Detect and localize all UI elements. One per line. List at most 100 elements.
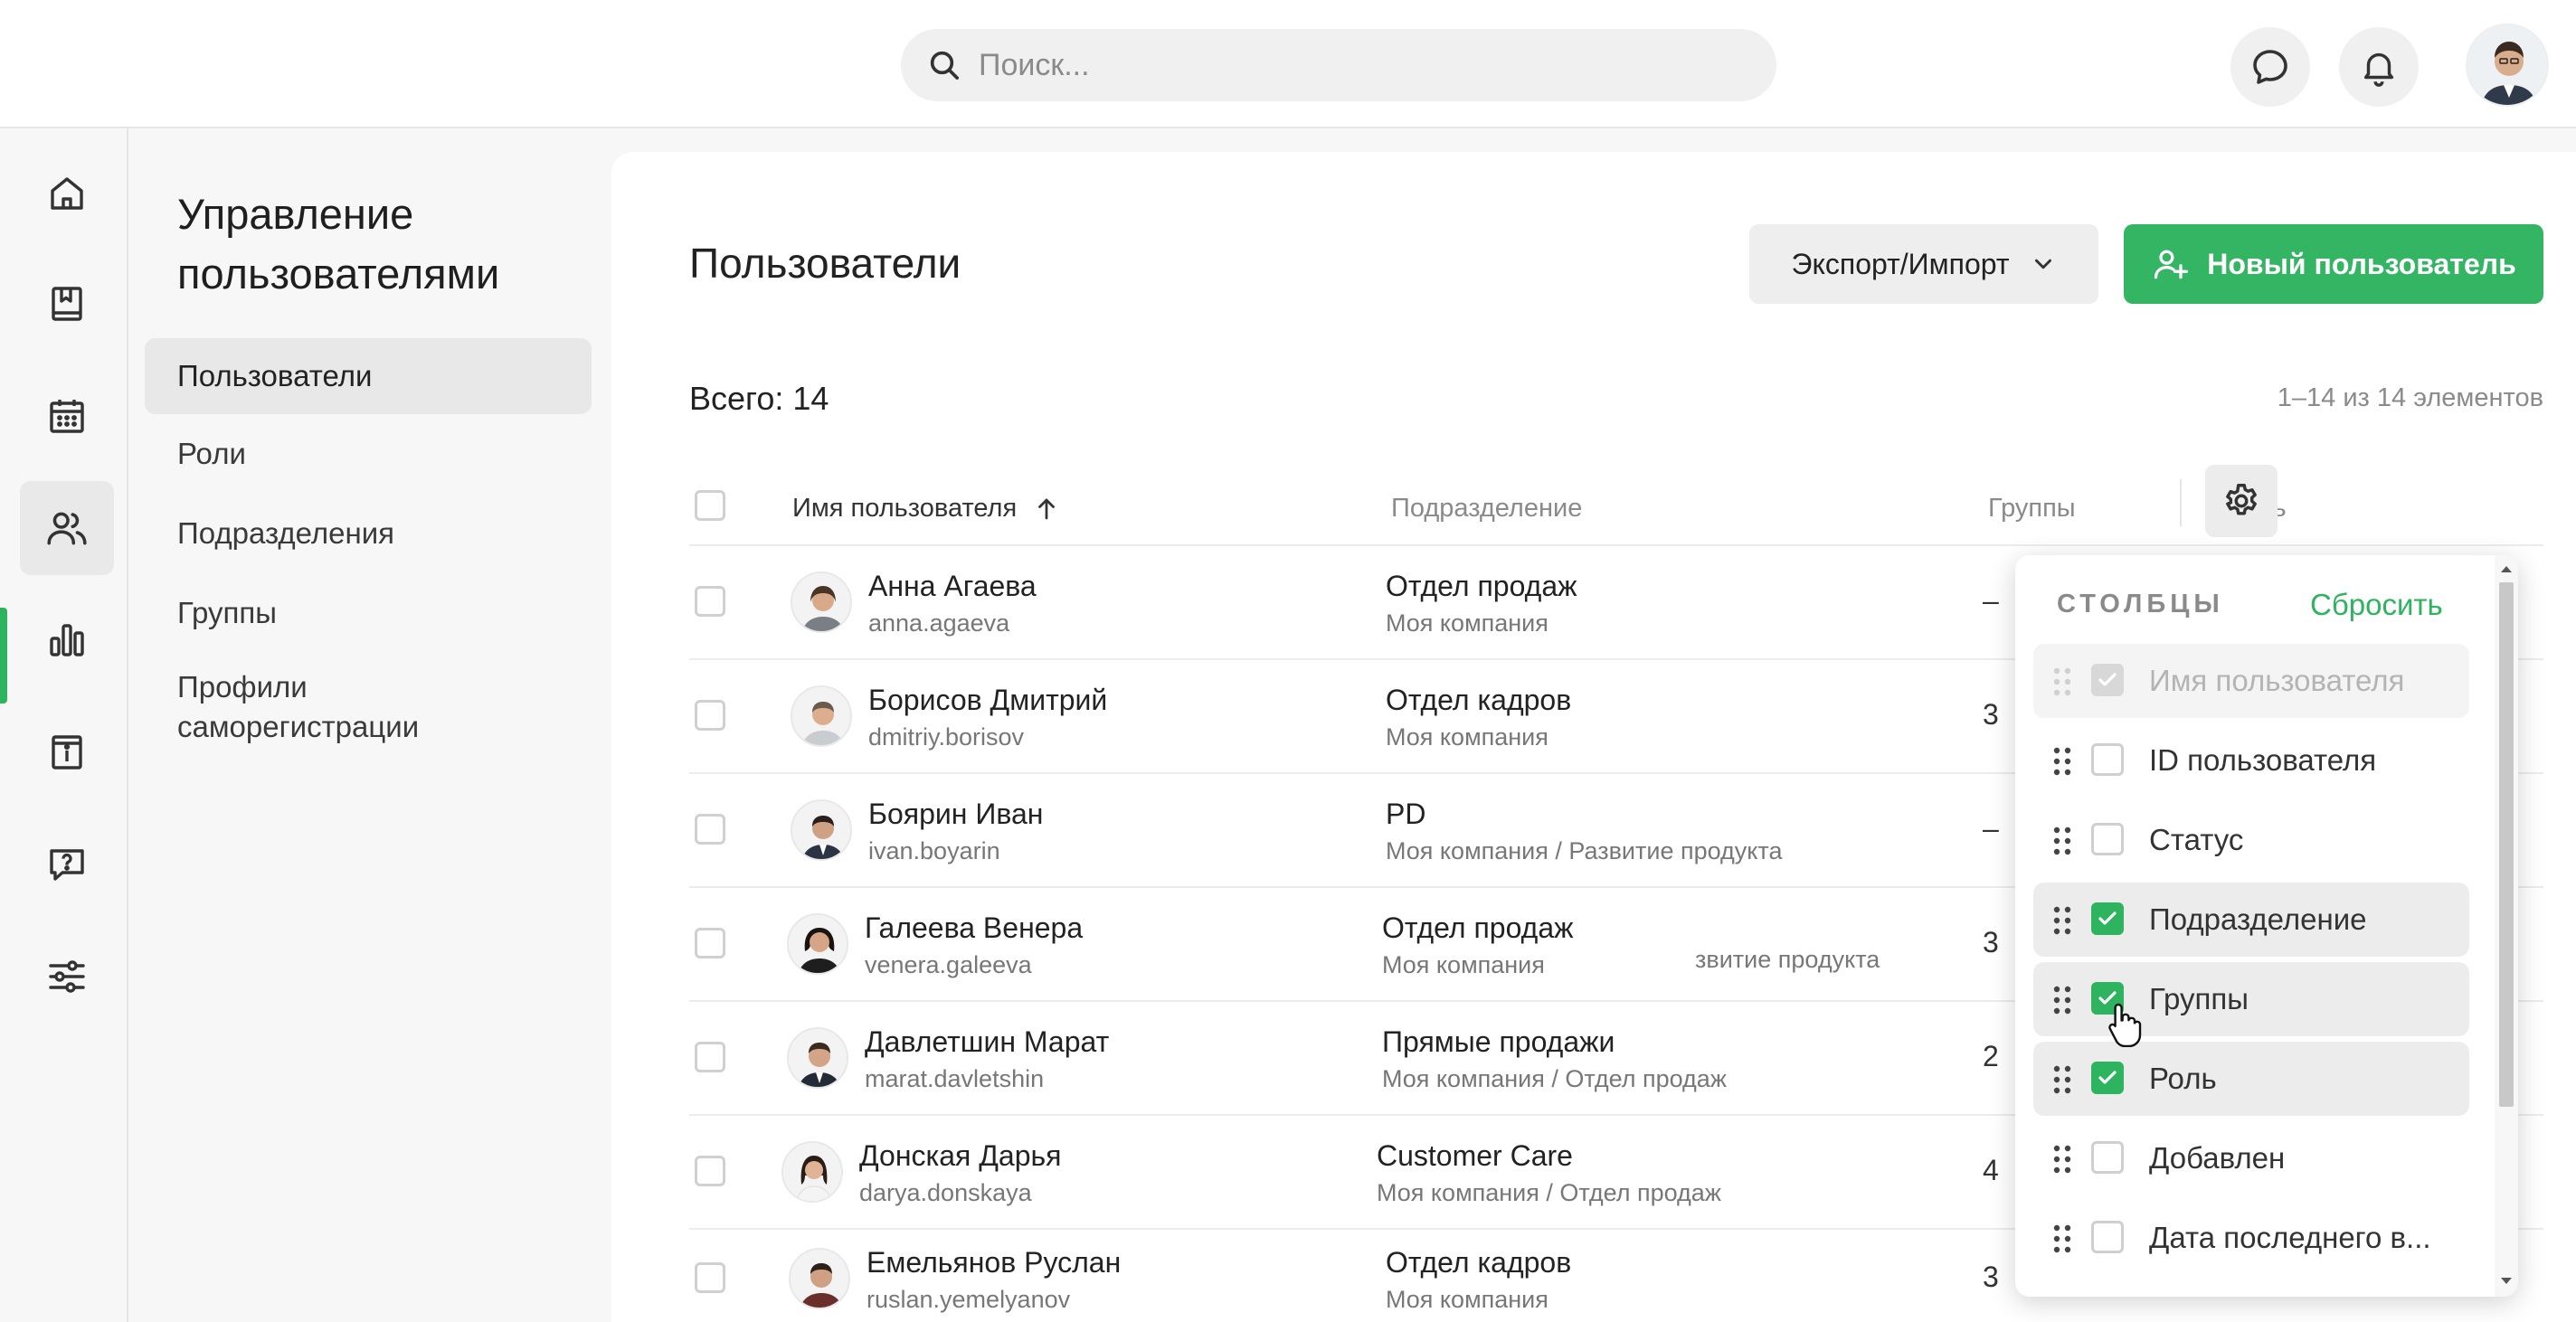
drag-handle-icon[interactable] [2050, 823, 2075, 859]
columns-popup-title: СТОЛБЦЫ [2057, 590, 2224, 619]
column-checkbox[interactable] [2091, 1221, 2124, 1253]
chat-button[interactable] [2230, 27, 2310, 107]
avatar-photo [2467, 25, 2547, 105]
column-settings-button[interactable] [2205, 465, 2278, 537]
sliders-icon [49, 960, 85, 993]
gear-icon [2226, 484, 2257, 515]
drag-handle-icon[interactable] [2050, 1062, 2075, 1098]
new-user-label: Новый пользователь [2207, 247, 2516, 280]
row-checkbox[interactable] [695, 700, 725, 731]
column-header-groups[interactable]: Группы [1988, 494, 2076, 524]
avatar [791, 571, 852, 633]
search-box[interactable] [901, 29, 1776, 101]
column-option-last-login[interactable]: Дата последнего в... [2033, 1201, 2469, 1275]
nav-calendar[interactable] [20, 369, 114, 463]
column-option-added[interactable]: Добавлен [2033, 1121, 2469, 1195]
column-checkbox[interactable] [2091, 1141, 2124, 1174]
row-checkbox[interactable] [695, 1156, 725, 1186]
active-indicator [0, 608, 7, 703]
subnav-item-label: саморегистрации [177, 710, 420, 743]
notifications-button[interactable] [2339, 27, 2419, 107]
section-title-line2: пользователями [177, 250, 500, 297]
column-checkbox[interactable] [2091, 823, 2124, 855]
avatar [787, 1027, 848, 1089]
user-login: ivan.boyarin [868, 837, 1000, 864]
reset-columns-link[interactable]: Сбросить [2310, 588, 2443, 622]
help-icon [50, 849, 84, 881]
column-option-user-id[interactable]: ID пользователя [2033, 723, 2469, 798]
user-name[interactable]: Галеева Венера [865, 911, 1083, 945]
drag-handle-icon[interactable] [2050, 1221, 2075, 1257]
user-name[interactable]: Емельянов Руслан [867, 1246, 1121, 1280]
drag-handle-icon[interactable] [2050, 982, 2075, 1018]
user-groups: 4 [1983, 1154, 1999, 1186]
scroll-up-arrow-icon[interactable] [2497, 562, 2515, 575]
column-option-label: Подразделение [2149, 902, 2367, 936]
subnav-item-groups[interactable]: Группы [145, 575, 592, 651]
nav-settings[interactable] [20, 930, 114, 1024]
subnav-item-users[interactable]: Пользователи [145, 338, 592, 414]
nav-info[interactable] [20, 705, 114, 799]
user-name[interactable]: Борисов Дмитрий [868, 684, 1107, 717]
subnav-item-label: Группы [177, 596, 277, 629]
row-checkbox[interactable] [695, 586, 725, 617]
drag-handle-icon[interactable] [2050, 743, 2075, 779]
user-department: Отдел продаж [1386, 570, 1577, 602]
avatar [789, 1248, 850, 1309]
nav-users[interactable] [20, 481, 114, 575]
section-title: Управление пользователями [177, 184, 593, 304]
user-groups: 3 [1983, 926, 1999, 958]
nav-home[interactable] [20, 146, 114, 241]
pagination-range: 1–14 из 14 элементов [2277, 383, 2543, 412]
user-avatar[interactable] [2466, 24, 2549, 107]
search-input[interactable] [979, 29, 1757, 101]
drag-handle-icon[interactable] [2050, 1141, 2075, 1177]
row-checkbox[interactable] [695, 928, 725, 958]
drag-handle-icon[interactable] [2050, 902, 2075, 939]
user-login: marat.davletshin [865, 1065, 1045, 1092]
row-checkbox[interactable] [695, 1262, 725, 1293]
new-user-button[interactable]: Новый пользователь [2124, 224, 2543, 304]
column-option-label: Имя пользователя [2149, 664, 2405, 697]
nav-analytics[interactable] [20, 593, 114, 687]
column-option-role[interactable]: Роль [2033, 1042, 2469, 1116]
row-checkbox[interactable] [695, 1042, 725, 1072]
subnav-item-departments[interactable]: Подразделения [145, 496, 592, 571]
column-checkbox[interactable] [2091, 1062, 2124, 1094]
user-groups: 3 [1983, 1261, 1999, 1293]
subnav-item-label: Роли [177, 437, 246, 470]
row-checkbox[interactable] [695, 814, 725, 845]
user-groups: – [1983, 812, 1999, 845]
subnav-item-label: Подразделения [177, 516, 394, 550]
drag-handle-icon [2053, 667, 2071, 696]
column-option-status[interactable]: Статус [2033, 803, 2469, 877]
user-login: dmitriy.borisov [868, 723, 1025, 751]
export-import-button[interactable]: Экспорт/Импорт [1749, 224, 2098, 304]
sort-asc-icon [1038, 498, 1056, 519]
column-header-name[interactable]: Имя пользователя [792, 494, 1060, 524]
user-name[interactable]: Анна Агаева [868, 570, 1037, 603]
book-icon [52, 287, 82, 321]
user-name[interactable]: Донская Дарья [859, 1139, 1061, 1173]
nav-help[interactable] [20, 817, 114, 911]
column-checkbox [2091, 664, 2124, 696]
export-import-label: Экспорт/Импорт [1791, 247, 2010, 280]
home-icon [51, 177, 83, 210]
column-checkbox[interactable] [2091, 743, 2124, 776]
scroll-down-arrow-icon[interactable] [2497, 1275, 2515, 1288]
select-all-checkbox[interactable] [695, 490, 725, 521]
column-option-department[interactable]: Подразделение [2033, 883, 2469, 957]
column-checkbox[interactable] [2091, 902, 2124, 935]
user-name[interactable]: Давлетшин Марат [865, 1025, 1109, 1059]
top-bar [0, 0, 2576, 128]
subnav-item-self-registration[interactable]: Профили саморегистрации [145, 656, 592, 756]
avatar [781, 1141, 843, 1203]
bar-chart-icon [50, 624, 84, 656]
columns-popup: СТОЛБЦЫ Сбросить Имя пользователя ID пол… [2015, 555, 2518, 1297]
popup-scrollbar-thumb[interactable] [2499, 582, 2514, 1107]
subnav-item-roles[interactable]: Роли [145, 416, 592, 492]
column-option-groups[interactable]: Группы [2033, 962, 2469, 1036]
user-name[interactable]: Боярин Иван [868, 798, 1043, 831]
nav-knowledge[interactable] [20, 257, 114, 351]
column-header-department[interactable]: Подразделение [1391, 494, 1582, 524]
